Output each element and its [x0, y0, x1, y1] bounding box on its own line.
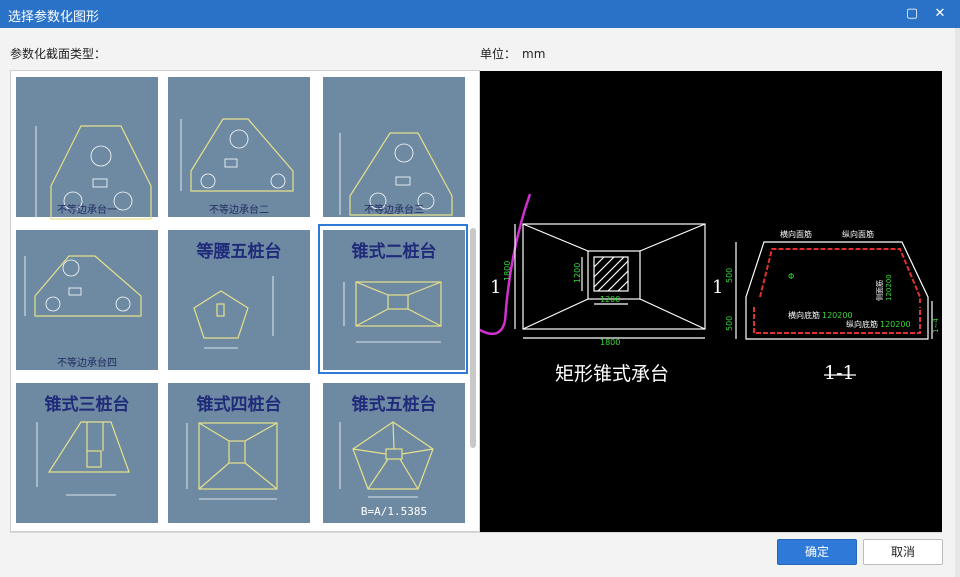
- shape-tile-formula: B=A/1.5385: [360, 505, 428, 518]
- section-view: [735, 241, 933, 376]
- close-icon[interactable]: ✕: [930, 4, 950, 24]
- shape-tile-label: 锥式四桩台: [196, 395, 282, 415]
- dim-outer-height: 1800: [503, 261, 512, 281]
- shape-tile-label: 等腰五桩台: [196, 242, 282, 262]
- shape-tile-label: 锥式三桩台: [44, 395, 130, 415]
- shape-tile-label: 锥式二桩台: [351, 242, 437, 262]
- shape-tile-label: 锥式五桩台: [351, 395, 437, 415]
- shape-tile-tri1[interactable]: 不等边承台一: [11, 71, 161, 221]
- plan-caption: 矩形锥式承台: [555, 363, 669, 385]
- dim-height-lower: 500: [725, 316, 734, 331]
- window-title: 选择参数化图形: [8, 10, 100, 25]
- plan-view: [514, 223, 706, 339]
- shape-tile-cone4[interactable]: 锥式四桩台: [163, 377, 313, 527]
- shape-tile-penta[interactable]: 等腰五桩台: [163, 224, 313, 374]
- shape-tile-label: 不等边承台四: [57, 358, 117, 369]
- background-window-edge: [955, 28, 960, 577]
- dim-inner-width: 1200: [600, 295, 620, 304]
- unit-value: mm: [522, 47, 546, 61]
- gallery-scrollbar[interactable]: [470, 228, 476, 448]
- dim-inner-height: 1200: [573, 263, 582, 283]
- shape-tile-tri3[interactable]: 不等边承台三: [318, 71, 468, 221]
- preview-pane: 1 1 1800 1800 1200 1200 矩形锥式承台 横向面筋 纵向面筋…: [453, 71, 942, 532]
- maximize-icon[interactable]: ▢: [902, 4, 922, 24]
- rebar-side-label: 侧面筋: [875, 280, 884, 301]
- title-bar: 选择参数化图形 ▢ ✕: [0, 0, 960, 28]
- shape-tile-cone5[interactable]: 锥式五桩台 B=A/1.5385: [318, 377, 468, 527]
- rebar-side-value: 120200: [885, 274, 893, 301]
- shape-tile-label: 不等边承台二: [209, 205, 269, 216]
- rebar-hook-label: Φ: [788, 272, 794, 281]
- rebar-bot-y-value: 120200: [880, 320, 911, 329]
- cancel-button[interactable]: 取消: [863, 539, 943, 565]
- rebar-bot-x-value: 120200: [822, 311, 853, 320]
- unit-label: 单位： mm: [480, 45, 545, 62]
- ok-button[interactable]: 确定: [777, 539, 857, 565]
- dim-side: 1∼4: [932, 318, 940, 333]
- dialog-body: 参数化截面类型： 单位： mm 不等边承台一 不等边承台二 不等边承台三 不等边承…: [0, 28, 955, 577]
- rebar-bot-x-label: 横向底筋: [788, 310, 820, 320]
- shape-tile-label: 不等边承台三: [364, 205, 424, 216]
- footer-divider: [10, 532, 942, 533]
- rebar-bot-y-label: 纵向底筋: [846, 319, 878, 329]
- shape-tile-label: 不等边承台一: [57, 205, 117, 216]
- rebar-top-x-label: 横向面筋: [780, 229, 812, 239]
- dim-height-upper: 500: [725, 268, 734, 283]
- section-mark-left: 1: [490, 277, 501, 298]
- preview-drawing: 1 1 1800 1800 1200 1200 矩形锥式承台 横向面筋 纵向面筋…: [453, 193, 940, 385]
- shape-tile-tri2[interactable]: 不等边承台二: [163, 71, 313, 221]
- dim-outer-width: 1800: [600, 338, 620, 347]
- shape-gallery: 不等边承台一 不等边承台二 不等边承台三 不等边承台四 等腰五桩台 锥式二桩台 …: [10, 70, 480, 532]
- section-caption: 1-1: [824, 362, 855, 384]
- section-type-label: 参数化截面类型：: [10, 47, 107, 61]
- section-mark-right: 1: [712, 277, 723, 298]
- unit-label-text: 单位：: [480, 47, 517, 61]
- shape-tile-tri4[interactable]: 不等边承台四: [11, 224, 161, 374]
- rebar-top-y-label: 纵向面筋: [842, 229, 874, 239]
- shape-tile-cone2[interactable]: 锥式二桩台: [318, 224, 468, 374]
- shape-tile-cone3[interactable]: 锥式三桩台: [11, 377, 161, 527]
